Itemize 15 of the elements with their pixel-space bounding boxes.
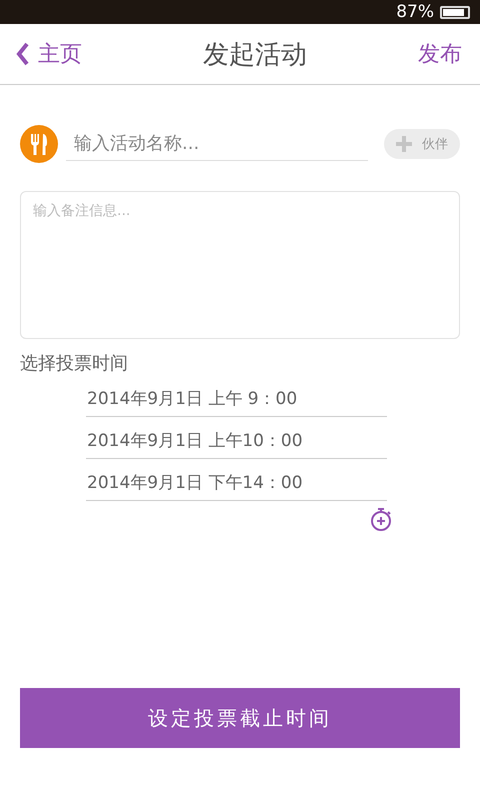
time-field[interactable]: 2014年9月1日 上午10：00 (86, 417, 387, 459)
time-field[interactable]: 2014年9月1日 下午14：00 (86, 459, 387, 501)
fork-knife-icon (20, 125, 58, 163)
add-timer-icon[interactable] (370, 507, 392, 531)
back-button[interactable]: 主页 (16, 39, 82, 69)
publish-button[interactable]: 发布 (418, 39, 462, 69)
plus-icon (396, 136, 412, 152)
notes-field[interactable]: 输入备注信息... (20, 191, 460, 339)
set-deadline-button[interactable]: 设定投票截止时间 (20, 688, 460, 748)
time-field[interactable]: 2014年9月1日 上午 9：00 (86, 375, 387, 417)
battery-percentage: 87% (396, 2, 434, 22)
battery-icon (440, 6, 470, 18)
section-label: 选择投票时间 (20, 352, 129, 375)
back-chevron-icon (16, 42, 30, 66)
page-title: 发起活动 (203, 38, 307, 72)
